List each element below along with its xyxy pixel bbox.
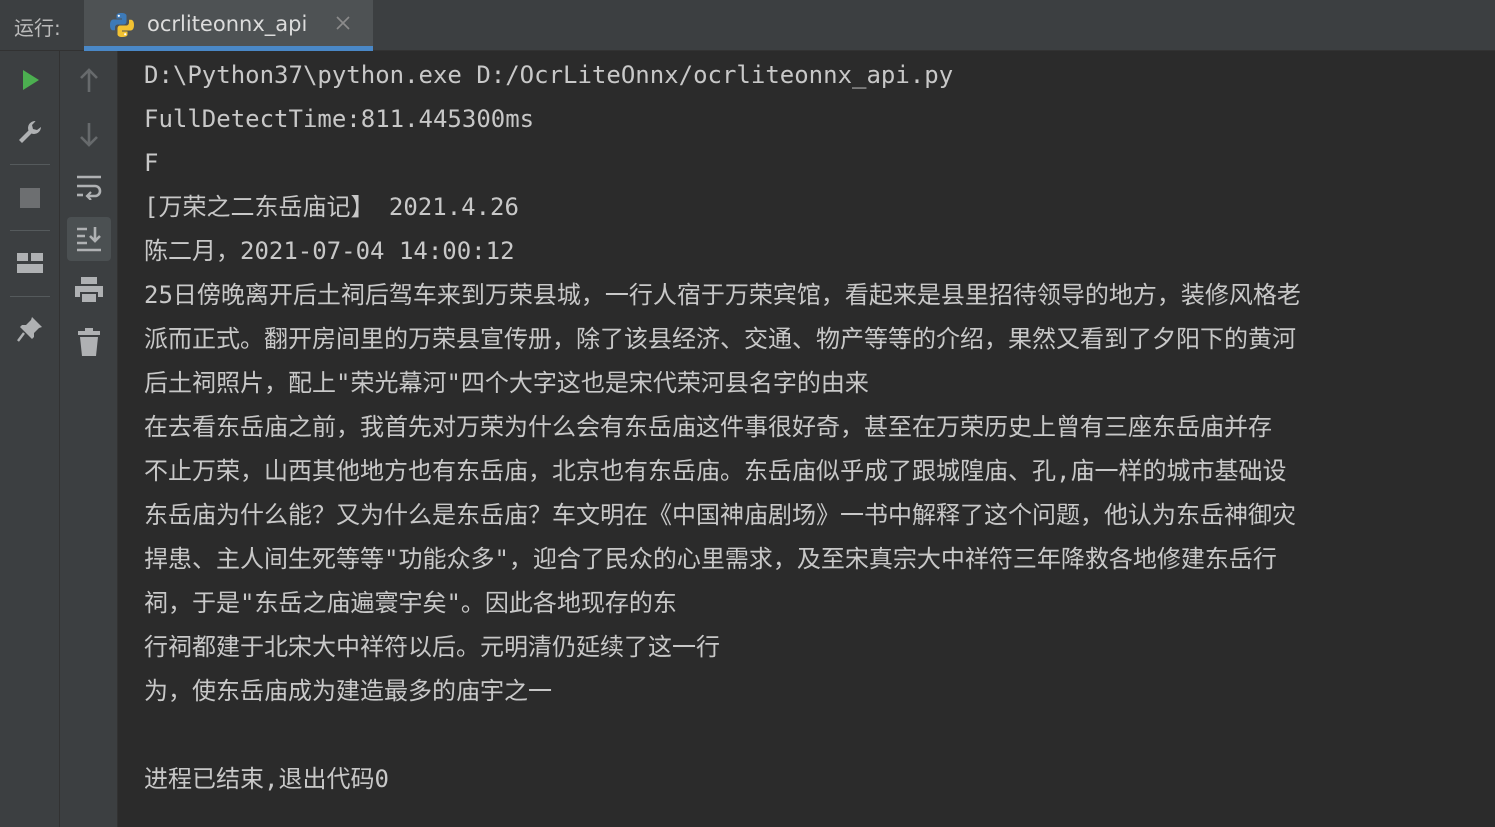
console-line: 捍患、主人间生死等等"功能众多"，迎合了民众的心里需求，及至宋真宗大中祥符三年降… [144,545,1277,573]
python-icon [108,11,136,39]
print-button[interactable] [69,270,109,310]
console-output[interactable]: D:\Python37\python.exe D:/OcrLiteOnnx/oc… [118,51,1495,827]
wrench-icon [19,121,41,143]
console-line: [万荣之二东岳庙记】 2021.4.26 [144,193,519,221]
console-line: 25日傍晚离开后土祠后驾车来到万荣县城，一行人宿于万荣宾馆，看起来是县里招待领导… [144,281,1301,309]
run-toolbar-primary [0,51,60,827]
console-line: 派而正式。翻开房间里的万荣县宣传册，除了该县经济、交通、物产等等的介绍，果然又看… [144,325,1296,353]
layout-button[interactable] [10,243,50,283]
arrow-down-icon [80,123,98,147]
down-button[interactable] [69,114,109,154]
console-exit-line: 进程已结束,退出代码0 [144,765,389,793]
run-label: 运行: [14,16,61,40]
run-button[interactable] [10,60,50,100]
console-line: 陈二月，2021-07-04 14:00:12 [144,237,515,265]
console-line: D:\Python37\python.exe D:/OcrLiteOnnx/oc… [144,61,954,89]
trash-icon [78,328,100,356]
layout-icon [17,253,43,273]
run-tabs-bar: 运行: ocrliteonnx_api [0,0,1495,51]
scroll-to-end-button[interactable] [67,217,111,261]
run-tool-window: 运行: ocrliteonnx_api D:\Python37\python.e… [0,0,1495,827]
tab-title: ocrliteonnx_api [147,12,308,36]
soft-wrap-button[interactable] [69,167,109,207]
tab-ocrliteonnx-api[interactable]: ocrliteonnx_api [84,0,373,51]
pin-button[interactable] [10,309,50,349]
console-line: 行祠都建于北宋大中祥符以后。元明清仍延续了这一行 [144,633,720,661]
soft-wrap-icon [77,175,102,200]
console-line: 不止万荣，山西其他地方也有东岳庙，北京也有东岳庙。东岳庙似乎成了跟城隍庙、孔,庙… [144,457,1287,485]
close-icon[interactable] [334,14,352,32]
console-line: 祠，于是"东岳之庙遍寰宇矣"。因此各地现存的东 [144,589,677,617]
console-line: 为，使东岳庙成为建造最多的庙宇之一 [144,677,552,705]
pin-icon [17,317,42,342]
console-line: 东岳庙为什么能？又为什么是东岳庙？车文明在《中国神庙剧场》一书中解释了这个问题，… [144,501,1296,529]
up-button[interactable] [69,61,109,101]
console-line: F [144,149,159,177]
stop-button[interactable] [10,178,50,218]
run-icon [23,70,39,90]
console-line: 在去看东岳庙之前，我首先对万荣为什么会有东岳庙这件事很好奇，甚至在万荣历史上曾有… [144,413,1272,441]
arrow-up-icon [80,68,98,92]
console-line: FullDetectTime:811.445300ms [144,105,535,133]
stop-icon [20,188,40,208]
console-line: 后土祠照片，配上"荣光幕河"四个大字这也是宋代荣河县名字的由来 [144,369,869,397]
run-toolbar-secondary [60,51,118,827]
print-icon [75,277,103,304]
clear-button[interactable] [69,322,109,362]
settings-button[interactable] [10,112,50,152]
scroll-to-end-icon [77,227,101,252]
